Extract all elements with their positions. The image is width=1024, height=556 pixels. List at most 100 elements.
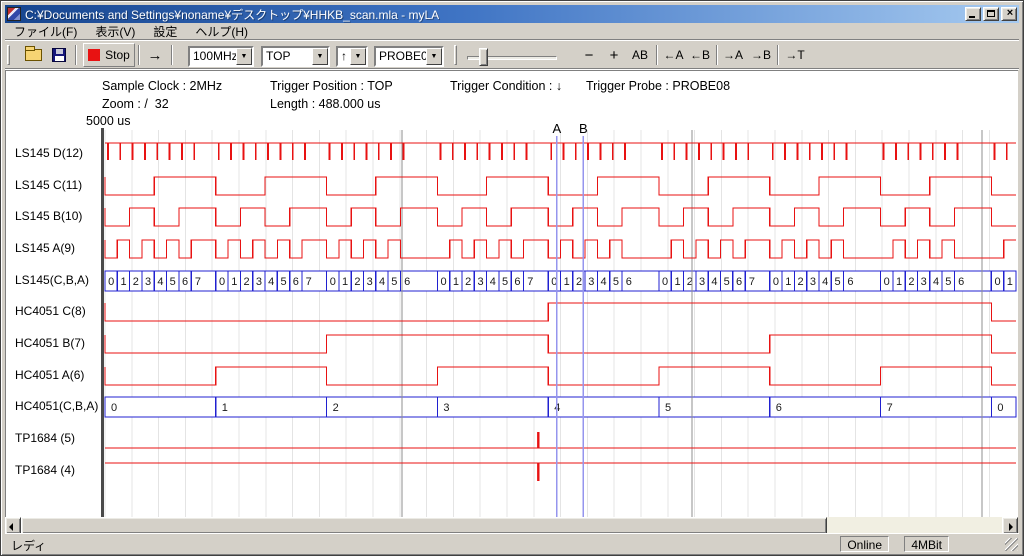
save-file-button[interactable] <box>47 43 71 67</box>
dropdown-arrow-icon[interactable]: ▼ <box>426 48 442 65</box>
goto-cursor-a-button[interactable]: ←A <box>660 43 687 67</box>
goto-cursor-b-button[interactable]: ←B <box>686 43 714 67</box>
status-ready-text: レディ <box>11 537 46 554</box>
trigger-position-value: TOP <box>263 48 312 65</box>
svg-text:1: 1 <box>120 276 126 288</box>
trigger-probe-value: PROBE00 <box>376 48 426 65</box>
svg-text:6: 6 <box>776 402 782 414</box>
svg-text:1: 1 <box>342 276 348 288</box>
set-cursor-b-button[interactable]: →B <box>747 43 775 67</box>
svg-text:3: 3 <box>699 276 705 288</box>
waveform-plot[interactable]: 0123456701234567012345601234567012345601… <box>6 71 1019 518</box>
timing-grid-minor <box>105 130 989 517</box>
menu-view[interactable]: 表示(V) <box>86 22 144 41</box>
trigger-edge-value: ↑ <box>338 48 350 65</box>
trace-ls145-a-9- <box>105 240 1016 258</box>
svg-text:2: 2 <box>908 276 914 288</box>
close-button[interactable]: × <box>1001 7 1017 21</box>
trigger-position-select[interactable]: TOP ▼ <box>261 46 330 67</box>
resize-grip[interactable] <box>1005 538 1018 551</box>
zoom-ab-button[interactable]: AB <box>626 43 654 67</box>
stop-button[interactable]: Stop <box>83 43 135 67</box>
menu-settings[interactable]: 設定 <box>144 22 186 41</box>
svg-text:5: 5 <box>834 276 840 288</box>
svg-text:2: 2 <box>354 276 360 288</box>
open-folder-icon <box>25 49 42 61</box>
zoom-slider-thumb[interactable] <box>479 48 488 66</box>
close-icon: × <box>1002 7 1018 19</box>
status-online-panel: Online <box>840 536 889 552</box>
svg-text:3: 3 <box>477 276 483 288</box>
dropdown-arrow-icon[interactable]: ▼ <box>236 48 252 65</box>
svg-text:0: 0 <box>108 276 114 288</box>
svg-text:6: 6 <box>182 276 188 288</box>
open-file-button[interactable] <box>21 43 45 67</box>
maximize-button[interactable] <box>983 7 999 21</box>
dropdown-arrow-icon[interactable]: ▼ <box>350 48 366 65</box>
svg-text:3: 3 <box>810 276 816 288</box>
status-memory-panel: 4MBit <box>904 536 949 552</box>
svg-text:2: 2 <box>133 276 139 288</box>
svg-text:6: 6 <box>514 276 520 288</box>
scroll-left-button[interactable] <box>5 517 21 534</box>
label-plot-divider <box>101 128 104 517</box>
svg-text:0: 0 <box>111 402 117 414</box>
svg-text:0: 0 <box>994 276 1000 288</box>
svg-text:3: 3 <box>367 276 373 288</box>
toolbar-separator <box>171 45 173 65</box>
svg-text:6: 6 <box>736 276 742 288</box>
svg-text:2: 2 <box>576 276 582 288</box>
goto-trigger-button[interactable]: →T <box>781 43 809 67</box>
toolbar-grip[interactable] <box>454 45 457 65</box>
zoom-slider[interactable] <box>467 47 571 67</box>
window-title: C:¥Documents and Settings¥noname¥デスクトップ¥… <box>25 6 965 23</box>
svg-text:6: 6 <box>958 276 964 288</box>
svg-text:5: 5 <box>613 276 619 288</box>
toolbar-separator <box>716 45 718 65</box>
svg-text:1: 1 <box>896 276 902 288</box>
trigger-probe-select[interactable]: PROBE00 ▼ <box>374 46 444 67</box>
stop-icon <box>88 49 100 61</box>
zoom-out-button[interactable]: − <box>577 43 601 67</box>
svg-text:0: 0 <box>440 276 446 288</box>
svg-text:5: 5 <box>502 276 508 288</box>
stop-label: Stop <box>105 48 130 62</box>
svg-text:5: 5 <box>945 276 951 288</box>
set-cursor-a-button[interactable]: →A <box>719 43 747 67</box>
svg-text:4: 4 <box>933 276 939 288</box>
toolbar-separator <box>777 45 779 65</box>
svg-text:4: 4 <box>711 276 717 288</box>
waveform-client-area: Sample Clock : 2MHz Zoom : / 32 Trigger … <box>5 70 1018 517</box>
trigger-edge-select[interactable]: ↑ ▼ <box>336 46 368 67</box>
scroll-right-button[interactable] <box>1002 517 1018 534</box>
svg-text:3: 3 <box>145 276 151 288</box>
horizontal-scrollbar[interactable] <box>5 517 1018 534</box>
minimize-button[interactable] <box>965 7 981 21</box>
scrollbar-thumb[interactable] <box>21 517 827 534</box>
svg-text:0: 0 <box>330 276 336 288</box>
sample-clock-select[interactable]: 100MHz ▼ <box>188 46 254 67</box>
svg-text:0: 0 <box>997 402 1003 414</box>
menu-file[interactable]: ファイル(F) <box>5 22 86 41</box>
toolbar-grip[interactable] <box>7 45 10 65</box>
zoom-in-button[interactable]: + <box>602 43 626 67</box>
svg-text:2: 2 <box>798 276 804 288</box>
title-bar[interactable]: C:¥Documents and Settings¥noname¥デスクトップ¥… <box>5 5 1019 23</box>
app-icon[interactable] <box>7 7 21 21</box>
svg-text:7: 7 <box>527 276 533 288</box>
svg-text:0: 0 <box>773 276 779 288</box>
svg-text:6: 6 <box>626 276 632 288</box>
toolbar-separator <box>138 45 140 65</box>
svg-text:1: 1 <box>674 276 680 288</box>
svg-text:1: 1 <box>564 276 570 288</box>
run-button[interactable]: → <box>142 43 168 67</box>
svg-text:0: 0 <box>219 276 225 288</box>
svg-text:1: 1 <box>231 276 237 288</box>
scroll-right-icon <box>1009 523 1013 531</box>
svg-text:2: 2 <box>244 276 250 288</box>
status-bar: レディ Online 4MBit <box>5 533 1019 552</box>
toolbar-separator <box>656 45 658 65</box>
svg-text:6: 6 <box>847 276 853 288</box>
dropdown-arrow-icon[interactable]: ▼ <box>312 48 328 65</box>
menu-help[interactable]: ヘルプ(H) <box>186 22 257 41</box>
